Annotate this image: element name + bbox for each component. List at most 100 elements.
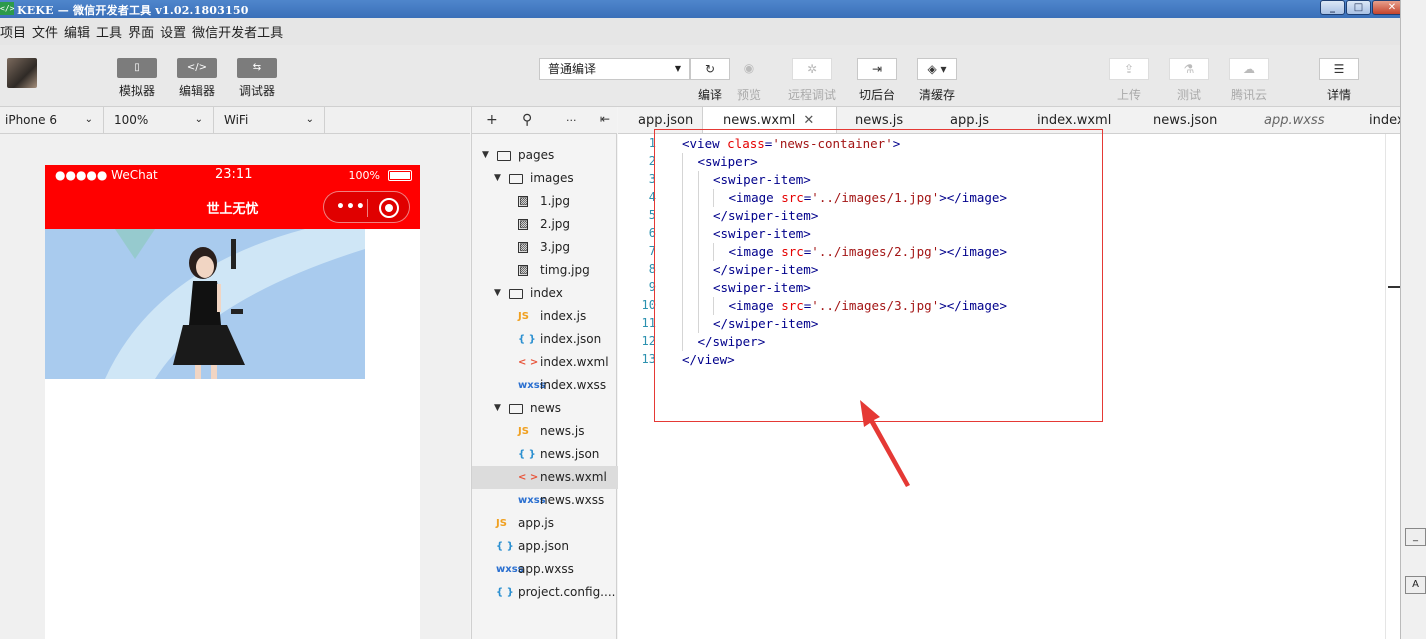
chevron-down-icon: ⌄ — [194, 114, 203, 125]
tree-folder[interactable]: ▼ pages — [472, 144, 618, 167]
image-file-icon: ▨ — [518, 196, 529, 207]
capsule-menu[interactable]: ••• — [323, 191, 410, 223]
tree-file[interactable]: ▨ 1.jpg — [472, 190, 618, 213]
tab-label: index — [1369, 113, 1400, 128]
upload-button[interactable]: ⇪ 上传 — [1104, 58, 1154, 103]
upload-icon: ⇪ — [1109, 58, 1149, 80]
editor-toggle[interactable]: </> 编辑器 — [167, 58, 227, 99]
debugger-toggle[interactable]: ⇆ 调试器 — [227, 58, 287, 99]
tree-file[interactable]: { } index.json — [472, 328, 618, 351]
tree-item-label: images — [530, 171, 574, 185]
editor-tab[interactable]: app.wxss — [1264, 107, 1369, 133]
tree-item-label: app.js — [518, 516, 554, 530]
tree-item-label: index.wxml — [540, 355, 609, 369]
expand-caret-icon[interactable]: ▼ — [494, 282, 501, 305]
clock-label: 23:11 — [215, 167, 253, 182]
simulator-toggle[interactable]: ▯ 模拟器 — [107, 58, 167, 99]
compile-mode-select[interactable]: 普通编译 ▼ — [539, 58, 690, 80]
device-select[interactable]: iPhone 6 ⌄ — [0, 107, 104, 133]
preview-button[interactable]: ◉ 预览 — [724, 58, 774, 103]
tree-file[interactable]: ▨ 3.jpg — [472, 236, 618, 259]
menu-settings[interactable]: 设置 — [160, 22, 192, 41]
tree-file[interactable]: < > index.wxml — [472, 351, 618, 374]
more-dots-icon[interactable]: ••• — [336, 199, 366, 215]
tab-label: app.wxss — [1264, 113, 1325, 128]
line-number: 13 — [641, 352, 656, 366]
tree-file[interactable]: ▨ 2.jpg — [472, 213, 618, 236]
tree-item-label: 2.jpg — [540, 217, 571, 231]
tree-folder[interactable]: ▼ index — [472, 282, 618, 305]
tab-close-icon[interactable]: ✕ — [803, 113, 814, 128]
tree-file[interactable]: { } news.json — [472, 443, 618, 466]
maximize-button[interactable]: □ — [1346, 0, 1371, 15]
panel-minimize-button[interactable]: _ — [1405, 528, 1426, 546]
more-options-icon[interactable]: ··· — [566, 114, 577, 127]
tree-folder[interactable]: ▼ images — [472, 167, 618, 190]
phone-nav-bar: 世上无忧 ••• — [45, 185, 420, 229]
test-label: 测试 — [1176, 88, 1201, 102]
window-title: KEKE — 微信开发者工具 v1.02.1803150 — [17, 4, 249, 17]
remote-debug-button[interactable]: ✲ 远程调试 — [787, 58, 837, 103]
tree-file[interactable]: < > news.wxml — [472, 466, 618, 489]
menu-project[interactable]: 项目 — [0, 22, 32, 41]
font-size-button[interactable]: A — [1405, 576, 1426, 594]
expand-caret-icon[interactable]: ▼ — [482, 144, 489, 167]
image-file-icon: ▨ — [518, 242, 529, 253]
background-label: 切后台 — [858, 88, 895, 102]
swiper-image[interactable] — [45, 229, 365, 379]
device-value: iPhone 6 — [5, 113, 57, 127]
zoom-select[interactable]: 100% ⌄ — [104, 107, 214, 133]
editor-tab[interactable]: index — [1369, 107, 1400, 133]
tree-folder[interactable]: ▼ news — [472, 397, 618, 420]
network-select[interactable]: WiFi ⌄ — [214, 107, 325, 133]
tree-item-label: index.json — [540, 332, 602, 346]
tencent-cloud-button[interactable]: ☁ 腾讯云 — [1224, 58, 1274, 103]
minimize-button[interactable]: _ — [1320, 0, 1345, 15]
editor-tab[interactable]: news.json — [1153, 107, 1264, 133]
wxml-file-icon: < > — [518, 472, 539, 483]
tree-file[interactable]: JS app.js — [472, 512, 618, 535]
line-number: 7 — [648, 244, 656, 258]
tree-file[interactable]: wxss app.wxss — [472, 558, 618, 581]
line-number: 6 — [648, 226, 656, 240]
test-button[interactable]: ⚗ 测试 — [1164, 58, 1214, 103]
tree-file[interactable]: wxss news.wxss — [472, 489, 618, 512]
clear-cache-button[interactable]: ◈ ▾ 清缓存 — [912, 58, 962, 103]
tree-file[interactable]: JS index.js — [472, 305, 618, 328]
line-number: 11 — [641, 316, 656, 330]
js-file-icon: JS — [496, 518, 507, 529]
background-button[interactable]: ⇥ 切后台 — [852, 58, 902, 103]
tree-item-label: 1.jpg — [540, 194, 571, 208]
details-button[interactable]: ☰ 详情 — [1314, 58, 1364, 103]
menu-file[interactable]: 文件 — [32, 22, 64, 41]
line-number: 10 — [641, 298, 656, 312]
expand-caret-icon[interactable]: ▼ — [494, 397, 501, 420]
tree-file[interactable]: JS news.js — [472, 420, 618, 443]
menu-wechat-devtools[interactable]: 微信开发者工具 — [192, 22, 289, 41]
annotation-highlight-box — [654, 129, 1103, 422]
phone-status-bar: ●●●●● WeChat 23:11 100% — [45, 165, 420, 185]
add-file-icon[interactable]: + — [486, 112, 498, 128]
editor-scrollbar[interactable] — [1385, 134, 1401, 639]
expand-caret-icon[interactable]: ▼ — [494, 167, 501, 190]
tree-file[interactable]: { } app.json — [472, 535, 618, 558]
compile-mode-value: 普通编译 — [548, 62, 597, 76]
menu-view[interactable]: 界面 — [128, 22, 160, 41]
avatar[interactable] — [7, 58, 37, 88]
tree-file[interactable]: wxss index.wxss — [472, 374, 618, 397]
tab-label: news.wxml — [723, 113, 796, 128]
line-number: 4 — [648, 190, 656, 204]
search-icon[interactable]: ⚲ — [522, 112, 532, 128]
tree-item-label: news.js — [540, 424, 585, 438]
tree-file[interactable]: { } project.config.... — [472, 581, 618, 604]
tree-file[interactable]: ▨ timg.jpg — [472, 259, 618, 282]
collapse-panel-icon[interactable]: ⇤ — [600, 112, 610, 126]
battery-icon — [388, 170, 412, 181]
json-file-icon: { } — [518, 449, 536, 460]
capsule-divider — [367, 199, 368, 217]
menu-edit[interactable]: 编辑 — [64, 22, 96, 41]
close-circle-icon[interactable] — [379, 198, 399, 218]
menu-tools[interactable]: 工具 — [96, 22, 128, 41]
folder-icon — [509, 174, 523, 184]
eye-icon: ◉ — [743, 61, 755, 75]
